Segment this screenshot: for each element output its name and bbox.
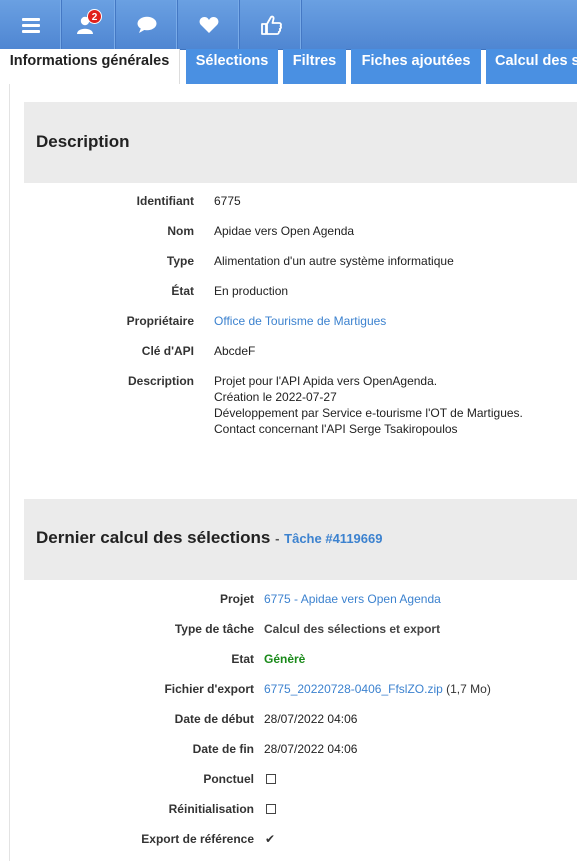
chat-icon <box>137 16 156 33</box>
description-text: Projet pour l'API Apida vers OpenAgenda.… <box>214 373 523 437</box>
tab-filtres[interactable]: Filtres <box>283 49 346 84</box>
etat-value: En production <box>214 284 289 298</box>
reinitialisation-checkbox <box>266 804 276 814</box>
notification-badge: 2 <box>87 9 102 24</box>
description-line: Développement par Service e-tourisme l'O… <box>214 406 523 420</box>
ponctuel-label: Ponctuel <box>203 772 254 786</box>
description-line: Projet pour l'API Apida vers OpenAgenda. <box>214 374 438 388</box>
type-label: Type <box>166 254 194 268</box>
projet-link[interactable]: 6775 - Apidae vers Open Agenda <box>264 591 441 607</box>
tab-bar: Informations générales Sélections Filtre… <box>0 49 577 84</box>
fichier-value: 6775_20220728-0406_FfslZO.zip (1,7 Mo) <box>264 681 491 697</box>
reinitialisation-label: Réinitialisation <box>168 802 254 816</box>
date-fin-label: Date de fin <box>192 742 254 756</box>
type-tache-label: Type de tâche <box>174 622 254 636</box>
type-value: Alimentation d'un autre système informat… <box>214 254 454 268</box>
file-size: (1,7 Mo) <box>446 682 491 696</box>
heart-icon <box>199 16 218 33</box>
etat-tache-label: Etat <box>231 652 254 666</box>
description-line: Création le 2022-07-27 <box>214 390 337 404</box>
status-value: Génèrè <box>264 652 306 666</box>
date-fin-value: 28/07/2022 04:06 <box>264 742 358 756</box>
menu-button[interactable] <box>0 0 62 49</box>
nom-label: Nom <box>167 224 194 238</box>
cle-api-value: AbcdeF <box>214 344 256 358</box>
description-label: Description <box>127 374 194 388</box>
type-tache-value: Calcul des sélections et export <box>264 622 441 636</box>
proprietaire-link[interactable]: Office de Tourisme de Martigues <box>214 313 386 329</box>
tab-fiches-ajoutees[interactable]: Fiches ajoutées <box>351 49 481 84</box>
identifiant-value: 6775 <box>214 194 241 208</box>
tab-calcul[interactable]: Calcul des s <box>486 49 577 84</box>
export-file-link[interactable]: 6775_20220728-0406_FfslZO.zip <box>264 682 443 696</box>
description-header: Description <box>24 102 577 183</box>
content-border <box>9 84 10 861</box>
calcul-title: Dernier calcul des sélections - Tâche #4… <box>36 528 382 548</box>
chat-button[interactable] <box>116 0 178 49</box>
date-debut-label: Date de début <box>174 712 254 726</box>
calcul-title-text: Dernier calcul des sélections <box>36 528 271 547</box>
menu-icon <box>21 17 40 33</box>
cle-api-label: Clé d'API <box>141 344 194 358</box>
ponctuel-value <box>266 771 276 787</box>
tab-selections[interactable]: Sélections <box>186 49 278 84</box>
date-debut-value: 28/07/2022 04:06 <box>264 712 358 726</box>
tab-informations-generales[interactable]: Informations générales <box>0 49 180 84</box>
etat-label: État <box>171 284 194 298</box>
thumb-icon <box>260 15 282 35</box>
description-line: Contact concernant l'API Serge Tsakiropo… <box>214 422 458 436</box>
task-link[interactable]: Tâche #4119669 <box>284 531 382 546</box>
reinitialisation-value <box>266 801 276 817</box>
export-reference-check-icon: ✔ <box>265 832 276 846</box>
nom-value: Apidae vers Open Agenda <box>214 224 355 238</box>
description-title: Description <box>36 132 130 151</box>
identifiant-label: Identifiant <box>136 194 194 208</box>
proprietaire-label: Propriétaire <box>126 314 194 328</box>
ponctuel-checkbox <box>266 774 276 784</box>
row-description: Description Projet pour l'API Apida vers… <box>0 373 577 443</box>
calcul-header: Dernier calcul des sélections - Tâche #4… <box>24 499 577 580</box>
export-reference-label: Export de référence <box>141 832 254 846</box>
favorites-button[interactable] <box>178 0 240 49</box>
user-button[interactable]: 2 <box>54 0 116 49</box>
title-dash: - <box>275 531 280 546</box>
like-button[interactable] <box>240 0 302 49</box>
fichier-label: Fichier d'export <box>164 682 254 696</box>
projet-label: Projet <box>219 592 254 606</box>
top-toolbar: 2 <box>0 0 577 50</box>
